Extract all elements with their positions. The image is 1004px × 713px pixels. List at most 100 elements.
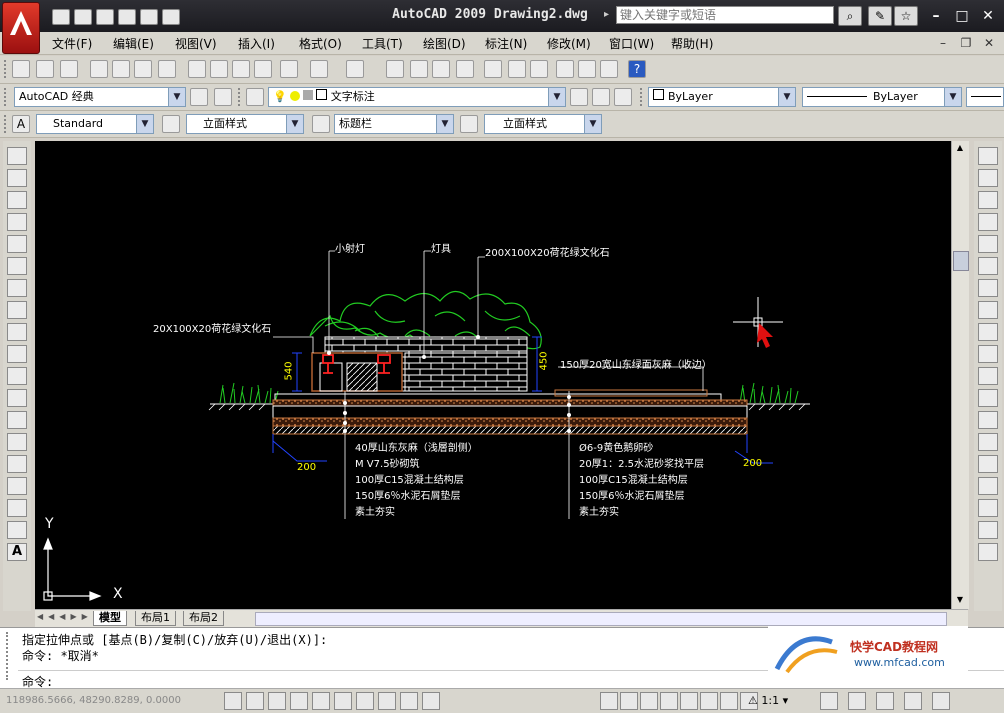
doc-restore-button[interactable]: ❐ (957, 35, 975, 51)
explode-icon[interactable] (978, 499, 998, 517)
save-icon[interactable] (60, 60, 78, 78)
layer-states-icon[interactable] (614, 88, 632, 106)
region-icon[interactable] (7, 499, 27, 517)
plot-preview-icon[interactable] (112, 60, 130, 78)
app-menu-button[interactable] (2, 2, 40, 54)
ortho-toggle-button[interactable] (268, 692, 286, 710)
tool-palettes-icon[interactable] (530, 60, 548, 78)
workspace-toggle-icon[interactable] (214, 88, 232, 106)
lineweight-select[interactable] (966, 87, 1004, 107)
array-icon[interactable] (978, 235, 998, 253)
search-icon[interactable]: ⌕ (838, 6, 862, 26)
polyline-icon[interactable] (7, 191, 27, 209)
block-editor-icon[interactable] (280, 60, 298, 78)
scroll-down-icon[interactable]: ▼ (953, 593, 967, 607)
quickcalc-icon[interactable] (600, 60, 618, 78)
undo-icon[interactable] (140, 9, 158, 25)
lock-ui-icon[interactable] (904, 692, 922, 710)
markup-icon[interactable] (578, 60, 596, 78)
workspace-select[interactable]: AutoCAD 经典 ▼ (14, 87, 186, 107)
layer-select[interactable]: 💡 文字标注 ▼ (268, 87, 566, 107)
paste-icon[interactable] (232, 60, 250, 78)
model-space-icon[interactable] (600, 692, 618, 710)
table-style-select[interactable]: 标题栏 ▼ (334, 114, 454, 134)
open-icon[interactable] (36, 60, 54, 78)
table-icon[interactable] (7, 521, 27, 539)
point-icon[interactable] (7, 433, 27, 451)
polygon-icon[interactable] (7, 213, 27, 231)
scale-icon[interactable] (978, 301, 998, 319)
move-icon[interactable] (978, 257, 998, 275)
otrack-toggle-button[interactable] (334, 692, 352, 710)
break-at-point-icon[interactable] (978, 389, 998, 407)
line-icon[interactable] (7, 147, 27, 165)
auto-scale-icon[interactable] (848, 692, 866, 710)
make-current-layer-icon[interactable] (570, 88, 588, 106)
properties-icon[interactable] (484, 60, 502, 78)
copy-object-icon[interactable] (978, 169, 998, 187)
layer-previous-icon[interactable] (592, 88, 610, 106)
hatch-icon[interactable] (7, 455, 27, 473)
new-icon[interactable] (12, 60, 30, 78)
snap-toggle-button[interactable] (224, 692, 242, 710)
make-block-icon[interactable] (7, 411, 27, 429)
menu-item-2[interactable]: 视图(V) (175, 35, 217, 52)
ellipse-icon[interactable] (7, 345, 27, 363)
drawing-canvas[interactable]: 小射灯 灯具 200X100X20荷花绿文化石 20X100X20荷花绿文化石 … (35, 141, 951, 609)
layout-tab-0[interactable]: 模型 (93, 611, 127, 626)
redo-icon[interactable] (346, 60, 364, 78)
table-style-icon[interactable] (312, 115, 330, 133)
undo-icon[interactable] (310, 60, 328, 78)
close-button[interactable]: ✕ (976, 7, 1000, 25)
doc-minimize-button[interactable]: – (934, 35, 952, 51)
spline-icon[interactable] (7, 323, 27, 341)
multiline-text-icon[interactable]: A (7, 543, 27, 561)
mleader-style-select[interactable]: 立面样式 ▼ (484, 114, 602, 134)
lineweight-toggle-button[interactable] (400, 692, 418, 710)
menu-item-9[interactable]: 窗口(W) (609, 35, 654, 52)
maximize-button[interactable]: □ (950, 7, 974, 25)
match-properties-icon[interactable] (254, 60, 272, 78)
mirror-icon[interactable] (978, 191, 998, 209)
menu-item-1[interactable]: 编辑(E) (113, 35, 154, 52)
menu-item-0[interactable]: 文件(F) (52, 35, 92, 52)
zoom-status-icon[interactable] (700, 692, 718, 710)
workspace-settings-icon[interactable] (190, 88, 208, 106)
command-grip[interactable] (6, 632, 14, 680)
ducs-toggle-toggle-button[interactable] (356, 692, 374, 710)
layout-tab-2[interactable]: 布局2 (183, 611, 224, 626)
quick-properties-toggle-button[interactable] (422, 692, 440, 710)
sheet-set-icon[interactable] (556, 60, 574, 78)
annotation-visibility-icon[interactable] (820, 692, 838, 710)
grid-toggle-button[interactable] (246, 692, 264, 710)
trim-icon[interactable] (978, 345, 998, 363)
layer-manager-icon[interactable] (246, 88, 264, 106)
minimize-button[interactable]: – (924, 7, 948, 25)
print-icon[interactable] (118, 9, 136, 25)
quick-view-layouts-icon[interactable] (640, 692, 658, 710)
help-icon[interactable]: ? (628, 60, 646, 78)
menu-item-8[interactable]: 修改(M) (547, 35, 591, 52)
horizontal-scrollbar[interactable] (255, 612, 947, 626)
color-select[interactable]: ByLayer ▼ (648, 87, 796, 107)
text-style-select[interactable]: Standard ▼ (36, 114, 154, 134)
toolbar-grip[interactable] (4, 60, 10, 78)
menu-item-3[interactable]: 插入(I) (238, 35, 275, 52)
publish-icon[interactable] (134, 60, 152, 78)
dim-style-select[interactable]: 立面样式 ▼ (186, 114, 304, 134)
gradient-icon[interactable] (7, 477, 27, 495)
design-center-icon[interactable] (508, 60, 526, 78)
toolbar-grip[interactable] (640, 88, 646, 106)
pan-status-icon[interactable] (680, 692, 698, 710)
3d-print-icon[interactable] (158, 60, 176, 78)
save-icon[interactable] (96, 9, 114, 25)
communication-icon[interactable]: ✎ (868, 6, 892, 26)
stretch-icon[interactable] (978, 323, 998, 341)
zoom-previous-icon[interactable] (456, 60, 474, 78)
vertical-scrollbar[interactable]: ▲ ▼ (951, 141, 969, 609)
tab-navigation-icons[interactable]: ◀◀◀▶▶ (37, 612, 93, 621)
favorites-icon[interactable]: ☆ (894, 6, 918, 26)
osnap-toggle-button[interactable] (312, 692, 330, 710)
steering-wheel-icon[interactable] (720, 692, 738, 710)
mleader-style-icon[interactable] (460, 115, 478, 133)
